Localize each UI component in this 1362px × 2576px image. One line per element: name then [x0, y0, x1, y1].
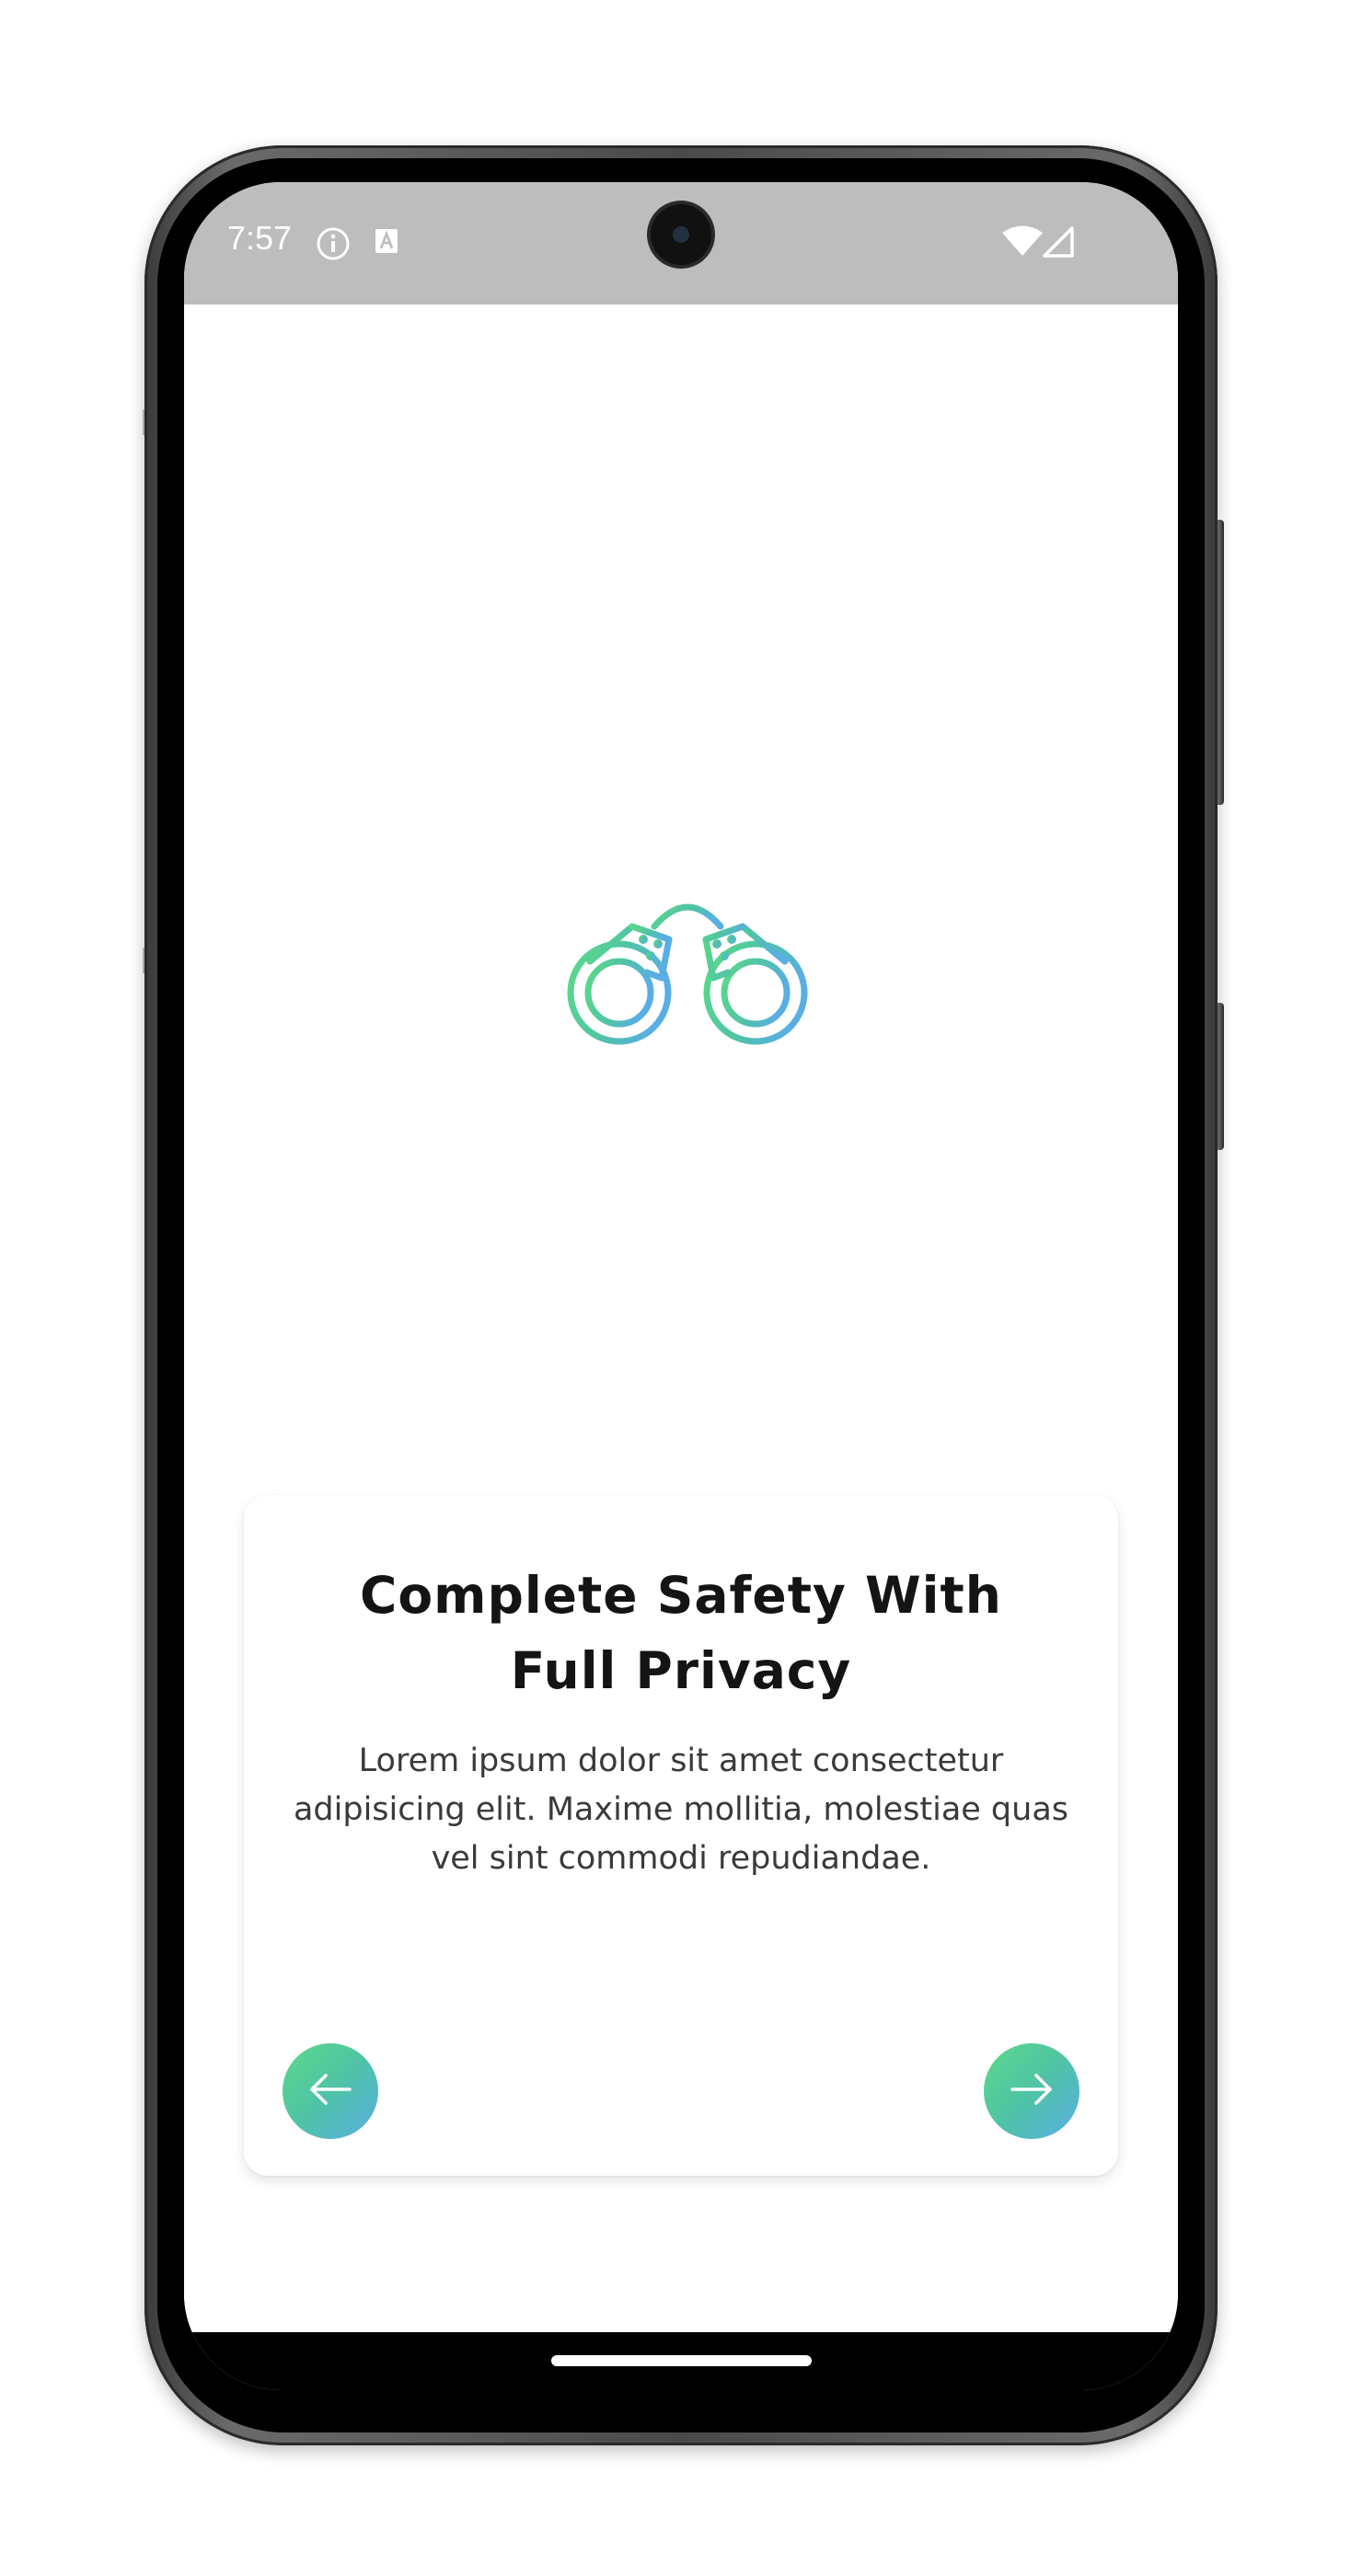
home-indicator[interactable]: [551, 2355, 812, 2366]
cellular-signal-icon: [1042, 226, 1075, 261]
previous-button[interactable]: [283, 2043, 378, 2139]
info-icon: [316, 226, 351, 265]
arrow-left-icon: [307, 2071, 353, 2111]
stage: 7:57 Complete Safety With Full Privacy L…: [0, 0, 1362, 2576]
phone-screen: 7:57 Complete Safety With Full Privacy L…: [184, 182, 1178, 2390]
status-bar: 7:57: [184, 182, 1178, 305]
next-button[interactable]: [984, 2043, 1079, 2139]
onboarding-title-line: Full Privacy: [510, 1641, 852, 1700]
front-camera: [651, 204, 711, 265]
status-time: 7:57: [227, 219, 293, 257]
onboarding-title-line: Complete Safety With: [360, 1566, 1002, 1625]
onboarding-screen: Complete Safety With Full Privacy Lorem …: [184, 305, 1178, 2332]
keyboard-a-icon: [375, 226, 398, 259]
onboarding-description: Lorem ipsum dolor sit amet consectetur a…: [281, 1737, 1081, 1883]
onboarding-title: Complete Safety With Full Privacy: [299, 1558, 1063, 1708]
onboarding-card: Complete Safety With Full Privacy Lorem …: [244, 1495, 1118, 2176]
wifi-icon: [1001, 224, 1044, 261]
onboarding-description-line: adipisicing elit. Maxime mollitia, moles…: [293, 1791, 1069, 1828]
arrow-right-icon: [1009, 2071, 1055, 2111]
onboarding-description-line: Lorem ipsum dolor sit amet consectetur: [358, 1742, 1004, 1779]
onboarding-description-line: vel sint commodi repudiandae.: [431, 1840, 931, 1877]
handcuffs-icon: [566, 893, 809, 1050]
